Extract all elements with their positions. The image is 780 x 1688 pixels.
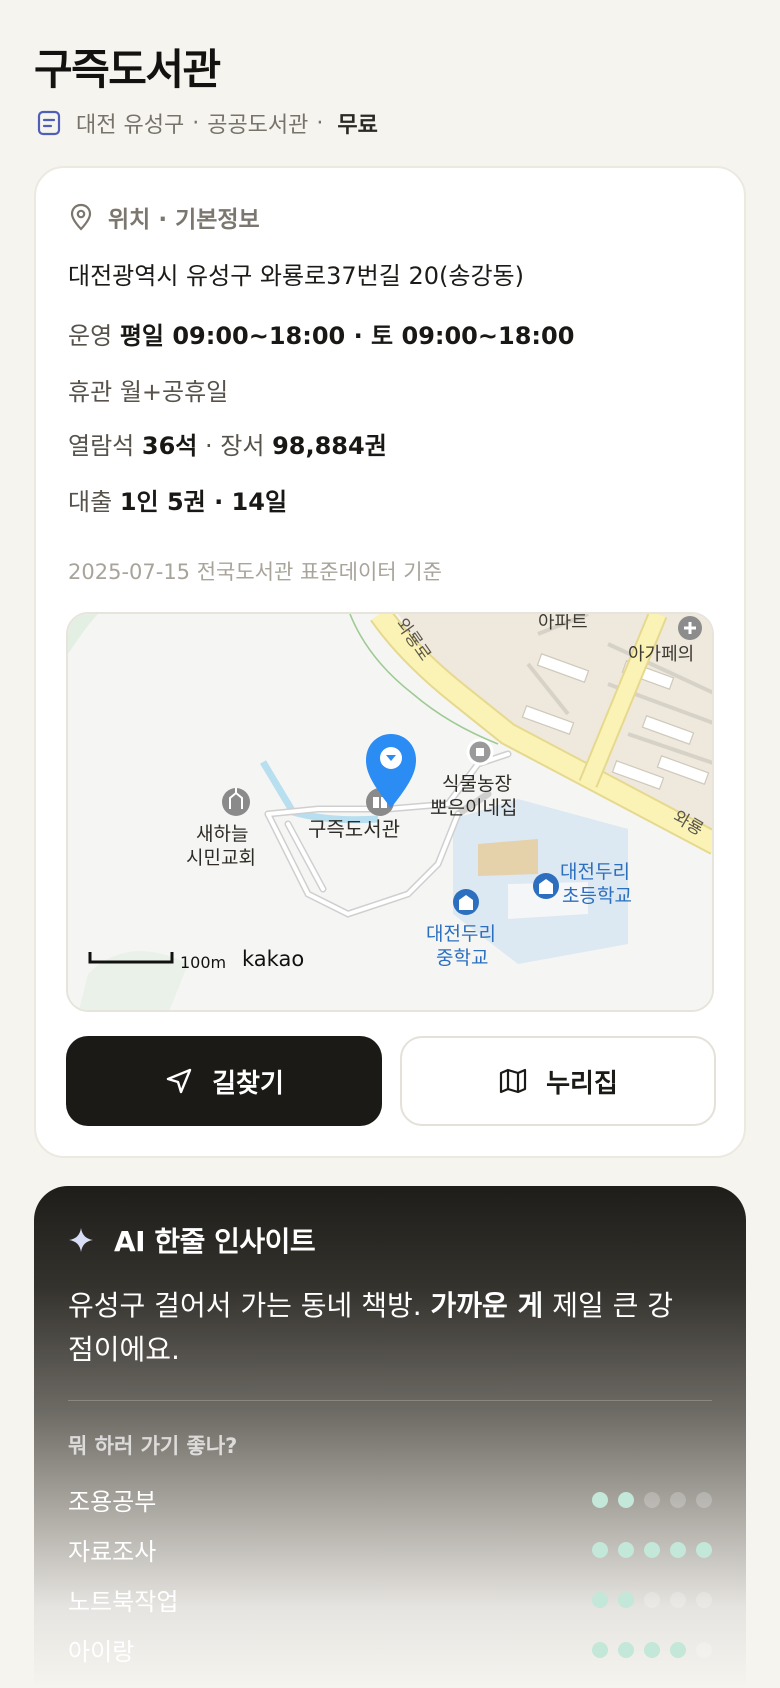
books-value: 98,884권	[272, 432, 387, 460]
rating-dot	[670, 1592, 686, 1608]
map-middle-label-1: 대전두리	[426, 923, 496, 945]
fee-badge: 무료	[337, 113, 378, 138]
rating-dot	[592, 1542, 608, 1558]
rating-dot	[618, 1492, 634, 1508]
rating-dot	[670, 1642, 686, 1658]
directions-button-label: 길찾기	[212, 1068, 284, 1099]
info-card: 위치 · 기본정보 대전광역시 유성구 와룡로37번길 20(송강동) 운영 평…	[34, 166, 746, 1158]
meta-region: 대전 유성구	[76, 113, 185, 138]
rating-dot	[644, 1592, 660, 1608]
rating-dot	[644, 1492, 660, 1508]
meta-type: 공공도서관	[207, 113, 309, 138]
navigation-arrow-icon	[166, 1068, 192, 1094]
address: 대전광역시 유성구 와룡로37번길 20(송강동)	[68, 262, 524, 290]
rating-dot	[670, 1542, 686, 1558]
map-cafe-label: 아가페의	[628, 644, 694, 665]
map-middle-label-2: 중학교	[436, 947, 488, 969]
map-icon	[500, 1068, 527, 1094]
location-pin-icon	[70, 203, 92, 231]
loan-label: 대출	[68, 488, 113, 516]
map-elementary-label-2: 초등학교	[562, 885, 632, 907]
rating-dot	[618, 1592, 634, 1608]
info-section-header: 위치 · 기본정보	[68, 200, 260, 234]
map-farm-label-1: 식물농장	[442, 773, 512, 795]
activity-rating-research	[592, 1542, 712, 1558]
map-farm-label-2: 뽀은이네집	[430, 797, 517, 819]
closed-value: 월+공휴일	[119, 378, 229, 406]
location-map[interactable]: 와룡로 와룡 아파트 아가페의 새하늘 시민교회 구즉도서관 식물농장 뽀은이네…	[66, 612, 714, 1012]
ai-insight-title: AI 한줄 인사이트	[114, 1225, 316, 1258]
rating-dot	[696, 1542, 712, 1558]
rating-dot	[618, 1642, 634, 1658]
seats-label: 열람석	[68, 432, 135, 460]
map-apt-label: 아파트	[538, 614, 588, 633]
map-church-label-2: 시민교회	[186, 847, 256, 869]
document-icon	[37, 110, 61, 136]
sparkle-icon	[69, 1228, 93, 1252]
rating-dot	[618, 1542, 634, 1558]
hours-row: 운영 평일 09:00~18:00 · 토 09:00~18:00	[68, 316, 574, 351]
activity-rating-study	[592, 1492, 712, 1508]
map-canvas: 와룡로 와룡 아파트 아가페의 새하늘 시민교회 구즉도서관 식물농장 뽀은이네…	[68, 614, 712, 1010]
map-library-label: 구즉도서관	[308, 817, 400, 841]
activity-question: 뭐 하러 가기 좋나?	[68, 1434, 238, 1458]
activity-label-kids: 아이랑	[68, 1638, 135, 1666]
website-button[interactable]: 누리집	[400, 1036, 716, 1126]
activity-label-study: 조용공부	[68, 1488, 157, 1516]
ai-text-highlight: 가까운 게	[430, 1289, 544, 1322]
activity-label-laptop: 노트북작업	[68, 1588, 179, 1616]
directions-button[interactable]: 길찾기	[66, 1036, 382, 1126]
data-source-note: 2025-07-15 전국도서관 표준데이터 기준	[68, 560, 442, 584]
hours-label: 운영	[68, 322, 113, 350]
rating-dot	[592, 1492, 608, 1508]
page-title: 구즉도서관	[34, 45, 221, 94]
rating-dot	[592, 1592, 608, 1608]
hours-value: 평일 09:00~18:00 · 토 09:00~18:00	[119, 322, 575, 350]
activity-rating-laptop	[592, 1592, 712, 1608]
activity-rating-kids	[592, 1642, 712, 1658]
rating-dot	[644, 1642, 660, 1658]
rating-dot	[592, 1642, 608, 1658]
seats-value: 36석	[141, 432, 198, 460]
rating-dot	[696, 1642, 712, 1658]
rating-dot	[696, 1592, 712, 1608]
activity-label-research: 자료조사	[68, 1538, 157, 1566]
rating-dot	[696, 1492, 712, 1508]
divider	[68, 1400, 712, 1401]
ai-text-part-1: 유성구 걸어서 가는 동네 책방.	[68, 1289, 431, 1322]
info-section-title: 위치 · 기본정보	[108, 207, 260, 233]
loan-row: 대출 1인 5권 · 14일	[68, 482, 287, 517]
rating-dot	[670, 1492, 686, 1508]
capacity-row: 열람석 36석 · 장서 98,884권	[68, 432, 387, 460]
website-button-label: 누리집	[546, 1068, 618, 1099]
library-detail-page: 구즉도서관 대전 유성구 · 공공도서관 · 무료 위치 · 기본정보 대전광역…	[0, 0, 780, 1688]
loan-value: 1인 5권 · 14일	[119, 488, 288, 516]
ai-insight-text: 유성구 걸어서 가는 동네 책방. 가까운 게 제일 큰 강점이에요.	[68, 1284, 688, 1372]
ai-insight-header: AI 한줄 인사이트	[68, 1220, 316, 1260]
rating-dot	[644, 1542, 660, 1558]
map-elementary-label-1: 대전두리	[560, 861, 630, 883]
closed-label: 휴관	[68, 378, 113, 406]
closed-row: 휴관 월+공휴일	[68, 372, 228, 407]
map-church-label-1: 새하늘	[196, 823, 248, 845]
ai-insight-card: AI 한줄 인사이트 유성구 걸어서 가는 동네 책방. 가까운 게 제일 큰 …	[34, 1186, 746, 1688]
library-meta: 대전 유성구 · 공공도서관 · 무료	[36, 106, 378, 140]
books-label: 장서	[220, 432, 265, 460]
map-brand-logo: kakao	[242, 947, 304, 971]
map-scale-label: 100m	[180, 953, 226, 972]
